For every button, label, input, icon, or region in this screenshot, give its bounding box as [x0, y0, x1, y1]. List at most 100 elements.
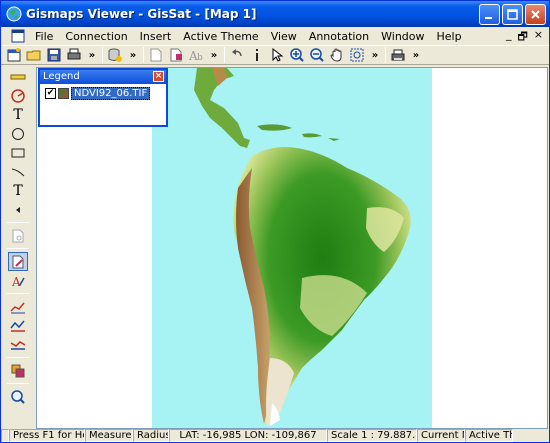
minimize-button[interactable] [479, 4, 500, 25]
text-tool-button[interactable]: T [8, 105, 28, 124]
toolbar-overflow-chevron[interactable]: » [126, 50, 140, 61]
toolbar-separator [385, 47, 386, 63]
undo-button[interactable] [228, 46, 246, 64]
print-preview-button[interactable] [389, 46, 407, 64]
radius-icon [11, 88, 25, 103]
hand-pan-icon [330, 48, 342, 62]
status-grip [1, 429, 9, 442]
layer-visibility-checkbox[interactable]: ✔ [45, 88, 56, 99]
circle-tool-button[interactable] [8, 124, 28, 143]
chart-tool-2-button[interactable] [8, 316, 28, 335]
select-pointer-button[interactable] [268, 46, 286, 64]
status-scale: Scale 1 : 79.887.490 [327, 429, 417, 442]
toolbar-separator [7, 248, 29, 249]
line-tool-button[interactable] [8, 162, 28, 181]
zoom-select-button[interactable] [8, 387, 28, 406]
toolbar-separator [102, 47, 103, 63]
print-button[interactable] [65, 46, 83, 64]
menu-active-theme[interactable]: Active Theme [177, 30, 264, 43]
layer-name[interactable]: NDVI92_06.TIF [71, 87, 151, 100]
rectangle-icon [11, 148, 25, 157]
save-button[interactable] [45, 46, 63, 64]
label-font-button[interactable]: Ab [187, 46, 205, 64]
pointer-icon [272, 47, 284, 62]
layers-button[interactable] [8, 361, 28, 380]
page-edit-icon [170, 48, 182, 62]
full-extent-button[interactable] [348, 46, 366, 64]
menu-help[interactable]: Help [431, 30, 468, 43]
menu-window[interactable]: Window [375, 30, 430, 43]
circle-icon [12, 127, 24, 140]
rectangle-tool-button[interactable] [8, 143, 28, 162]
print-icon [67, 48, 81, 60]
label-font-icon: Ab [188, 49, 203, 63]
close-button[interactable] [525, 4, 546, 25]
edit-page-icon [12, 255, 24, 268]
status-active-theme: Active Them [465, 429, 513, 442]
undo-icon [232, 49, 242, 57]
theme-properties-button[interactable] [147, 46, 165, 64]
text-tool-icon: T [13, 106, 23, 123]
toolbar-overflow-chevron[interactable]: » [409, 50, 423, 61]
open-button[interactable] [25, 46, 43, 64]
legend-title: Legend [43, 71, 80, 82]
toolbar-overflow-chevron[interactable]: » [85, 50, 99, 61]
add-database-button[interactable] [106, 46, 124, 64]
info-icon [256, 49, 258, 61]
toolbar-expander[interactable] [8, 200, 28, 219]
title-bar[interactable]: Gismaps Viewer - GisSat - [Map 1] [1, 1, 549, 27]
theme-label-button[interactable] [167, 46, 185, 64]
legend-close-button[interactable]: × [153, 71, 164, 82]
toolbar-overflow-chevron[interactable]: » [207, 50, 221, 61]
ndvi-raster-map [152, 68, 432, 428]
chevron-left-icon [16, 206, 20, 213]
document-icon[interactable] [11, 29, 25, 43]
minimize-icon [485, 17, 492, 19]
statistics-chart-icon [10, 340, 26, 350]
ruler-icon [10, 74, 26, 79]
maximize-icon [507, 9, 518, 20]
menu-connection[interactable]: Connection [59, 30, 133, 43]
new-map-button[interactable] [5, 46, 23, 64]
chart-tool-1-button[interactable] [8, 297, 28, 316]
toolbar-separator [224, 47, 225, 63]
chart-tool-3-button[interactable] [8, 335, 28, 354]
legend-panel[interactable]: Legend × ✔ NDVI92_06.TIF [38, 68, 168, 127]
toolbar-separator [143, 47, 144, 63]
zoom-in-button[interactable] [288, 46, 306, 64]
menu-annotation[interactable]: Annotation [303, 30, 375, 43]
open-folder-icon [26, 50, 41, 61]
search-page-icon [12, 229, 24, 242]
status-radius: Radius [133, 429, 169, 442]
drawing-toolbar: T T A [1, 67, 35, 429]
search-feature-button[interactable] [8, 226, 28, 245]
menu-file[interactable]: File [29, 30, 59, 43]
status-help: Press F1 for Help [9, 429, 85, 442]
legend-layer-row[interactable]: ✔ NDVI92_06.TIF [45, 87, 166, 100]
text-annotation-button[interactable]: T [8, 181, 28, 200]
maximize-button[interactable] [502, 4, 523, 25]
svg-text:A: A [11, 275, 21, 289]
printer-icon [391, 49, 405, 61]
line-chart-icon [10, 302, 25, 313]
app-window: Gismaps Viewer - GisSat - [Map 1] File C… [0, 0, 550, 443]
radius-tool-button[interactable] [8, 86, 28, 105]
south-america-ndvi-image [194, 68, 411, 426]
menu-view[interactable]: View [265, 30, 303, 43]
toolbar-separator [7, 357, 29, 358]
edit-feature-button[interactable] [8, 252, 28, 271]
label-feature-button[interactable]: A [8, 271, 28, 290]
page-icon [150, 48, 162, 62]
save-icon [47, 48, 61, 62]
pan-button[interactable] [328, 46, 346, 64]
legend-titlebar[interactable]: Legend × [40, 70, 166, 84]
toolbar-overflow-chevron[interactable]: » [368, 50, 382, 61]
new-map-icon [7, 48, 21, 62]
toolbar-separator [7, 222, 29, 223]
svg-text:b: b [197, 53, 203, 63]
measure-tool-button[interactable] [8, 67, 28, 86]
menu-insert[interactable]: Insert [134, 30, 178, 43]
info-button[interactable] [248, 46, 266, 64]
zoom-out-button[interactable] [308, 46, 326, 64]
app-globe-icon [6, 6, 22, 22]
